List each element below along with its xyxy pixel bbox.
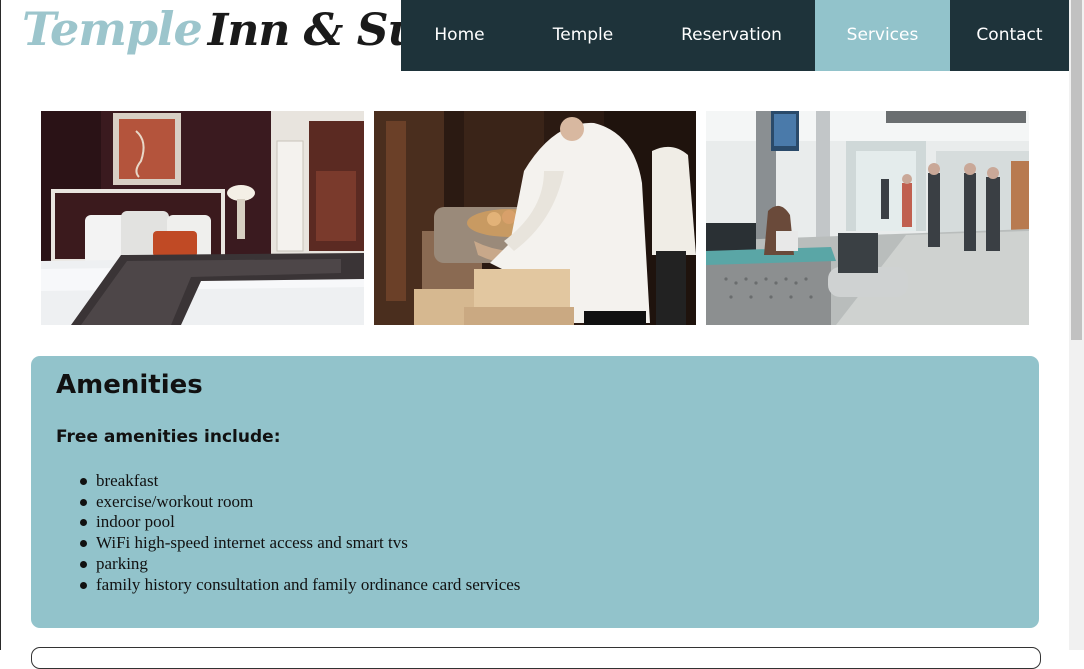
amenity-item: parking	[79, 554, 520, 575]
nav-home[interactable]: Home	[401, 0, 518, 71]
photo-hotel-bedroom	[41, 111, 364, 325]
amenity-item: indoor pool	[79, 512, 520, 533]
amenities-title: Amenities	[56, 370, 203, 400]
amenities-panel: Amenities Free amenities include: breakf…	[31, 356, 1039, 628]
nav-services[interactable]: Services	[815, 0, 950, 71]
logo-word-temple: Temple	[22, 2, 203, 56]
nav-temple[interactable]: Temple	[518, 0, 648, 71]
amenities-subtitle: Free amenities include:	[56, 427, 281, 447]
photo-chef-buffet	[374, 111, 696, 325]
next-section-box	[31, 647, 1041, 669]
page-left-border	[0, 0, 1, 650]
nav-reservation[interactable]: Reservation	[648, 0, 815, 71]
amenity-item: breakfast	[79, 471, 520, 492]
scrollbar-thumb[interactable]	[1071, 0, 1082, 340]
amenities-list: breakfast exercise/workout room indoor p…	[79, 471, 521, 595]
amenity-item: WiFi high-speed internet access and smar…	[79, 533, 520, 554]
amenity-item: exercise/workout room	[79, 492, 520, 513]
photo-hotel-lobby	[706, 111, 1029, 325]
nav-contact[interactable]: Contact	[950, 0, 1069, 71]
amenity-item: family history consultation and family o…	[79, 574, 521, 594]
main-nav: Home Temple Reservation Services Contact	[401, 0, 1069, 71]
